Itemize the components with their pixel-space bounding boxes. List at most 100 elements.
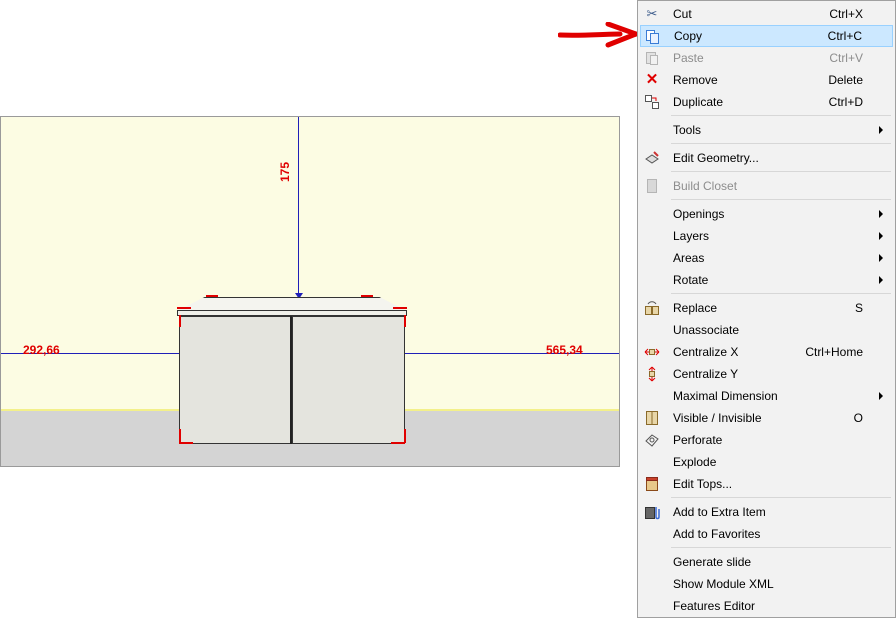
dimension-right-label: 565,34: [546, 343, 583, 357]
menu-item-duplicate[interactable]: Duplicate Ctrl+D: [640, 91, 893, 113]
menu-item-unassociate[interactable]: Unassociate: [640, 319, 893, 341]
menu-item-rotate[interactable]: Rotate: [640, 269, 893, 291]
menu-item-label: Show Module XML: [673, 577, 774, 591]
selection-corner: [177, 307, 191, 309]
centralize-y-icon: [644, 366, 660, 382]
context-menu: ✂ Cut Ctrl+X Copy Ctrl+C Paste Ctrl+V ✕ …: [637, 0, 896, 618]
menu-item-shortcut: Ctrl+V: [829, 51, 863, 65]
cabinet-door-right[interactable]: [292, 316, 405, 444]
visibility-icon: [644, 410, 660, 426]
submenu-arrow-icon: [879, 276, 883, 284]
cabinet-top[interactable]: [177, 297, 407, 311]
edit-tops-icon: [644, 476, 660, 492]
menu-item-layers[interactable]: Layers: [640, 225, 893, 247]
cabinet-door-left[interactable]: [179, 316, 292, 444]
menu-item-shortcut: Ctrl+Home: [805, 345, 863, 359]
menu-item-centralize-x[interactable]: Centralize X Ctrl+Home: [640, 341, 893, 363]
paste-icon: [644, 50, 660, 66]
menu-item-label: Add to Extra Item: [673, 505, 766, 519]
menu-item-label: Centralize X: [673, 345, 739, 359]
menu-item-paste[interactable]: Paste Ctrl+V: [640, 47, 893, 69]
vertical-dimension-line: [298, 117, 299, 297]
menu-item-build-closet[interactable]: Build Closet: [640, 175, 893, 197]
dimension-top-label: 175: [278, 161, 293, 183]
menu-item-shortcut: Ctrl+D: [828, 95, 863, 109]
menu-item-add-extra-item[interactable]: Add to Extra Item: [640, 501, 893, 523]
menu-item-areas[interactable]: Areas: [640, 247, 893, 269]
replace-icon: [644, 300, 660, 316]
submenu-arrow-icon: [879, 126, 883, 134]
copy-icon: [645, 29, 661, 45]
centralize-x-icon: [644, 344, 660, 360]
selection-corner: [206, 295, 218, 297]
menu-item-label: Add to Favorites: [673, 527, 761, 541]
menu-item-explode[interactable]: Explode: [640, 451, 893, 473]
closet-icon: [644, 178, 660, 194]
menu-item-label: Openings: [673, 207, 725, 221]
menu-item-centralize-y[interactable]: Centralize Y: [640, 363, 893, 385]
submenu-arrow-icon: [879, 210, 883, 218]
menu-item-label: Visible / Invisible: [673, 411, 762, 425]
selection-corner: [393, 307, 407, 309]
menu-item-label: Explode: [673, 455, 717, 469]
menu-item-shortcut: Ctrl+C: [827, 29, 862, 43]
dimension-left-label: 292,66: [23, 343, 60, 357]
menu-item-label: Features Editor: [673, 599, 756, 613]
menu-item-label: Edit Tops...: [673, 477, 733, 491]
duplicate-icon: [644, 94, 660, 110]
menu-item-label: Layers: [673, 229, 710, 243]
edit-geometry-icon: [644, 150, 660, 166]
selection-corner: [179, 429, 181, 443]
menu-item-openings[interactable]: Openings: [640, 203, 893, 225]
right-dimension-line: [405, 353, 619, 354]
selection-corner: [179, 315, 181, 327]
menu-item-copy[interactable]: Copy Ctrl+C: [640, 25, 893, 47]
menu-item-replace[interactable]: Replace S: [640, 297, 893, 319]
door-gap: [290, 316, 292, 444]
menu-separator: [671, 171, 891, 172]
submenu-arrow-icon: [879, 254, 883, 262]
menu-item-visible-invisible[interactable]: Visible / Invisible O: [640, 407, 893, 429]
scissors-icon: ✂: [646, 6, 658, 21]
menu-separator: [671, 199, 891, 200]
selection-corner: [404, 315, 406, 327]
menu-item-maximal-dimension[interactable]: Maximal Dimension: [640, 385, 893, 407]
menu-item-shortcut: Delete: [828, 73, 863, 87]
menu-separator: [671, 497, 891, 498]
menu-item-edit-geometry[interactable]: Edit Geometry...: [640, 147, 893, 169]
menu-item-show-module-xml[interactable]: Show Module XML: [640, 573, 893, 595]
menu-item-label: Tools: [673, 123, 702, 137]
submenu-arrow-icon: [879, 232, 883, 240]
menu-separator: [671, 547, 891, 548]
extra-item-icon: [644, 504, 660, 520]
menu-item-label: Paste: [673, 51, 704, 65]
menu-item-generate-slide[interactable]: Generate slide: [640, 551, 893, 573]
menu-item-shortcut: S: [854, 301, 863, 315]
annotation-arrow-icon: [558, 22, 639, 48]
perforate-icon: [644, 432, 660, 448]
menu-item-tools[interactable]: Tools: [640, 119, 893, 141]
menu-item-edit-tops[interactable]: Edit Tops...: [640, 473, 893, 495]
design-viewport[interactable]: 175 292,66 565,34: [0, 116, 620, 467]
menu-item-label: Areas: [673, 251, 705, 265]
menu-item-perforate[interactable]: Perforate: [640, 429, 893, 451]
selection-corner: [404, 429, 406, 443]
menu-separator: [671, 143, 891, 144]
menu-item-label: Copy: [674, 29, 703, 43]
menu-item-label: Edit Geometry...: [673, 151, 759, 165]
menu-item-label: Perforate: [673, 433, 723, 447]
menu-item-label: Replace: [673, 301, 718, 315]
menu-item-label: Unassociate: [673, 323, 740, 337]
menu-separator: [671, 115, 891, 116]
submenu-arrow-icon: [879, 392, 883, 400]
menu-item-label: Centralize Y: [673, 367, 739, 381]
remove-x-icon: ✕: [645, 71, 659, 88]
menu-item-add-favorites[interactable]: Add to Favorites: [640, 523, 893, 545]
menu-item-cut[interactable]: ✂ Cut Ctrl+X: [640, 3, 893, 25]
menu-item-shortcut: Ctrl+X: [829, 7, 863, 21]
menu-item-features-editor[interactable]: Features Editor: [640, 595, 893, 617]
menu-separator: [671, 293, 891, 294]
menu-item-label: Duplicate: [673, 95, 724, 109]
menu-item-label: Build Closet: [673, 179, 738, 193]
menu-item-remove[interactable]: ✕ Remove Delete: [640, 69, 893, 91]
